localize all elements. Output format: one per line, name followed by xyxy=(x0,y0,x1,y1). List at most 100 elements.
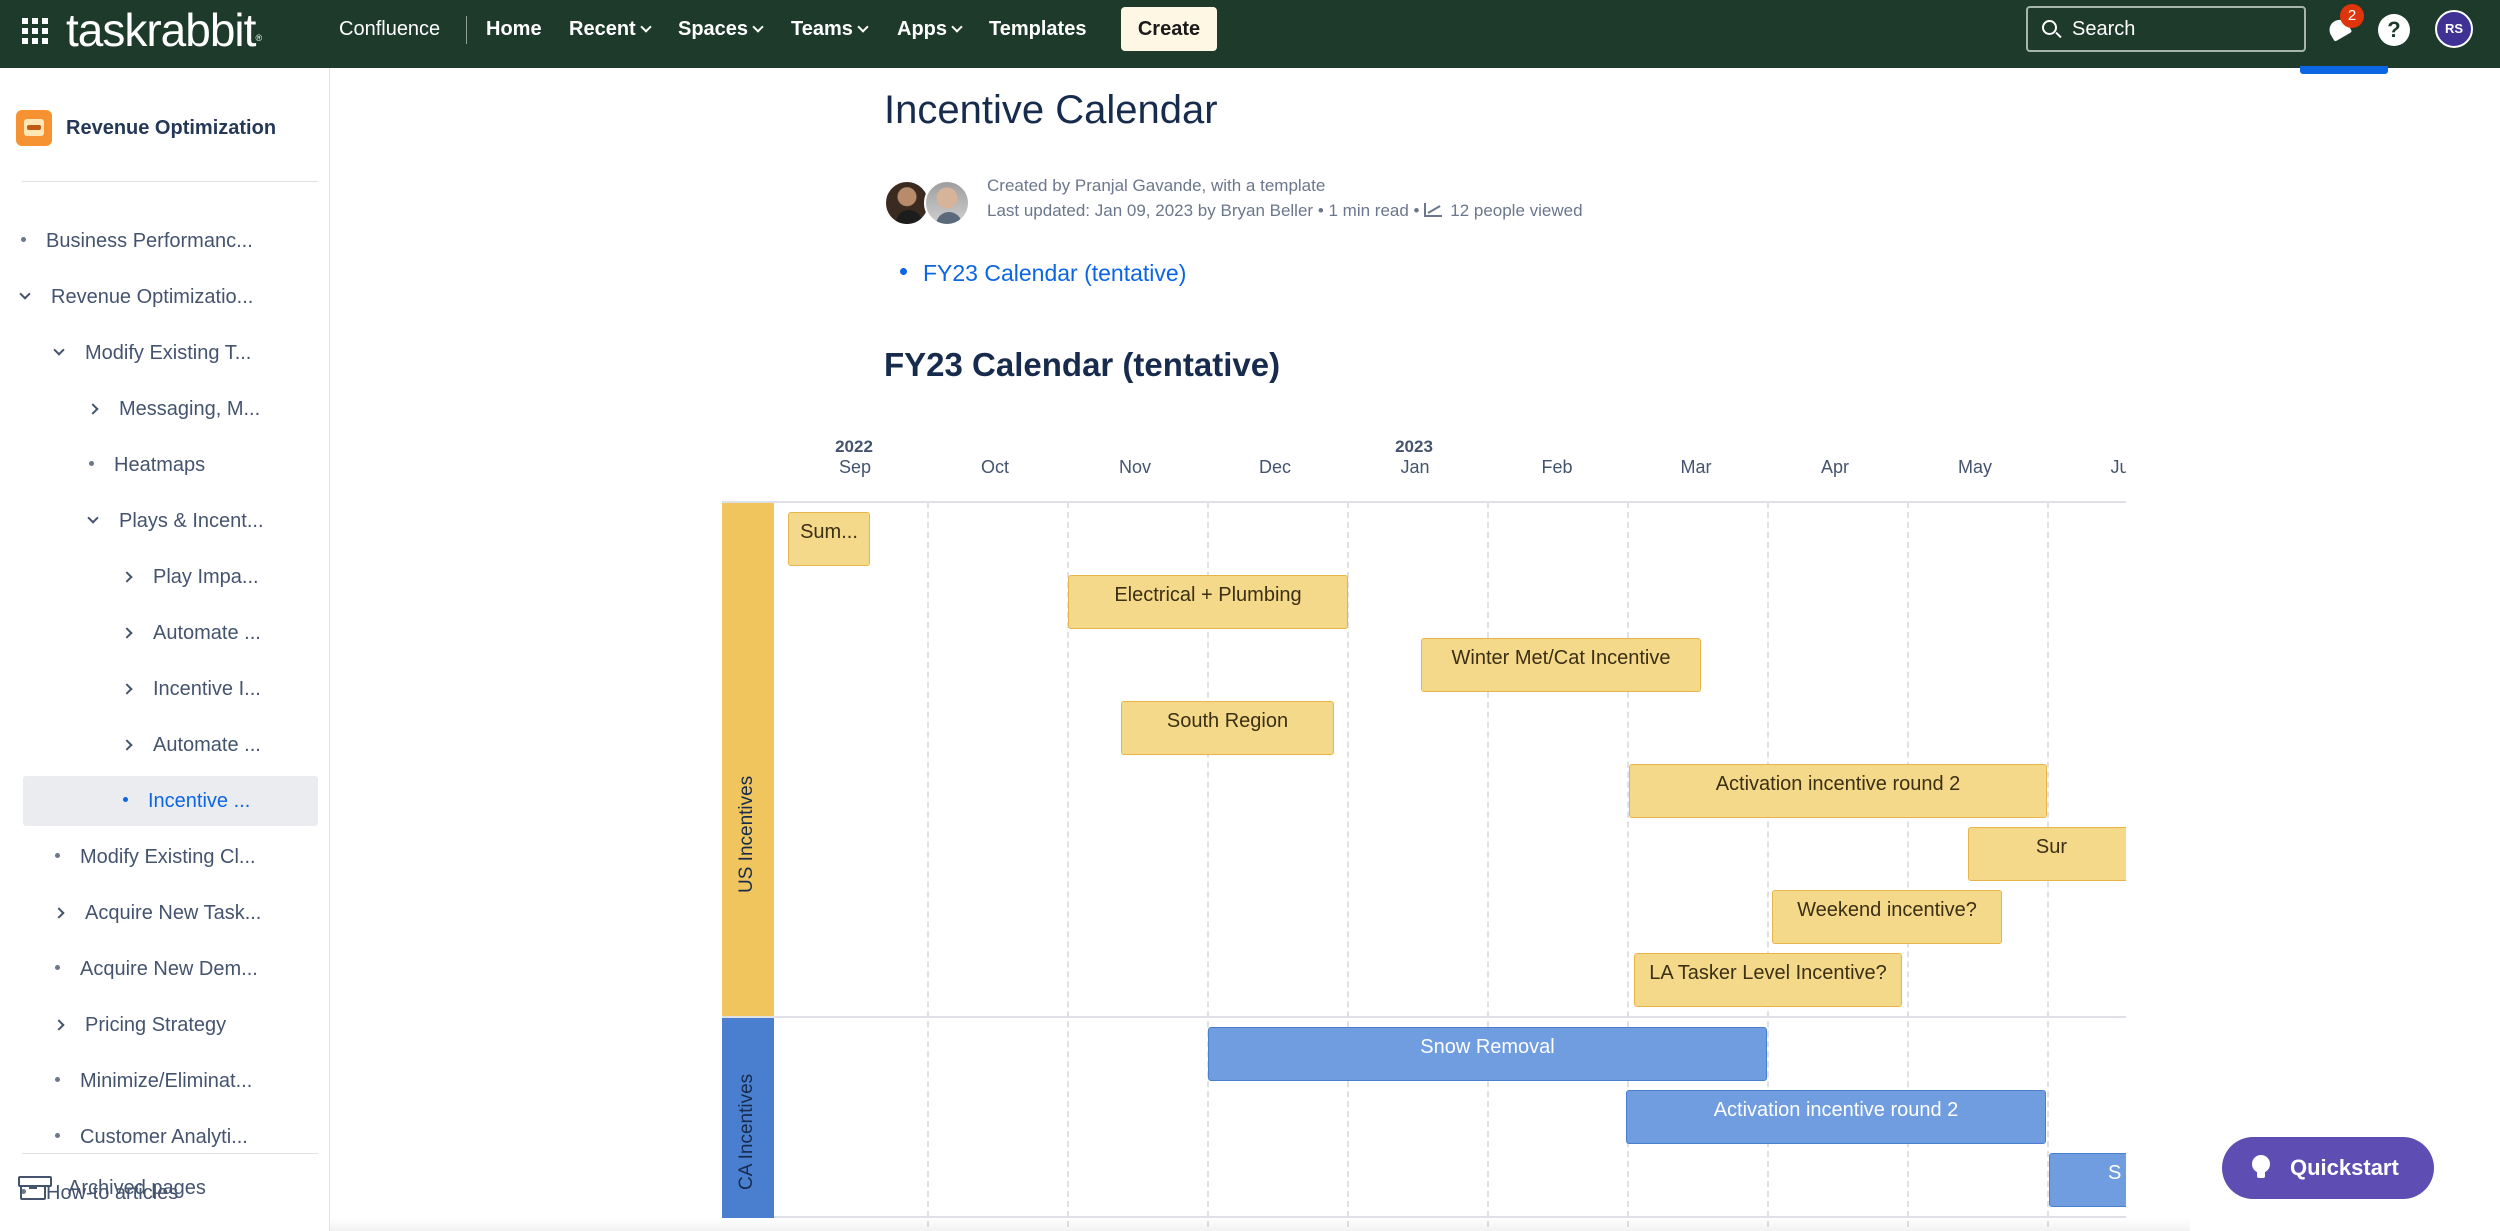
nav-recent[interactable]: Recent xyxy=(569,0,652,58)
chevron-down-icon xyxy=(752,21,764,33)
nav-home[interactable]: Home xyxy=(486,0,542,58)
sidebar-item-label: Messaging, M... xyxy=(119,398,261,420)
page-title: Incentive Calendar xyxy=(884,88,1218,132)
chevron-right-icon[interactable] xyxy=(53,1019,65,1031)
user-avatar[interactable]: RS xyxy=(2435,10,2473,48)
sidebar-item-label: Acquire New Dem... xyxy=(80,958,258,980)
toc-link[interactable]: FY23 Calendar (tentative) xyxy=(923,260,1186,286)
table-of-contents: FY23 Calendar (tentative) xyxy=(900,260,1186,287)
search-input[interactable]: Search xyxy=(2026,6,2306,52)
sidebar-tree-item[interactable]: Revenue Optimizatio... xyxy=(19,272,254,322)
calendar-event[interactable]: Snow Removal xyxy=(1208,1027,1767,1081)
calendar-event[interactable]: Activation incentive round 2 xyxy=(1629,764,2047,818)
sidebar-item-label: Acquire New Task... xyxy=(85,902,262,924)
sidebar-tree-item[interactable]: Plays & Incent... xyxy=(87,496,264,546)
bullet-icon xyxy=(55,965,60,971)
calendar-event[interactable]: Sur xyxy=(1968,827,2126,881)
chevron-right-icon[interactable] xyxy=(121,739,133,751)
author-link[interactable]: Pranjal Gavande xyxy=(1075,176,1202,195)
sidebar-tree-item[interactable]: Minimize/Eliminat... xyxy=(55,1056,252,1106)
sidebar-tree-item[interactable]: Play Impa... xyxy=(121,552,259,602)
month-label: Oct xyxy=(980,457,1009,477)
sidebar-tree-item[interactable]: Modify Existing Cl... xyxy=(55,832,256,882)
chevron-down-icon xyxy=(857,21,869,33)
ca-incentives-group[interactable]: CA Incentives xyxy=(722,1018,774,1218)
sidebar: Revenue Optimization Business Performanc… xyxy=(0,68,330,1231)
sidebar-tree-item[interactable]: Acquire New Dem... xyxy=(55,944,258,994)
sidebar-tree-item[interactable]: Messaging, M... xyxy=(87,384,261,434)
chevron-down-icon[interactable] xyxy=(53,344,65,356)
sidebar-tree-item[interactable]: Heatmaps xyxy=(89,440,205,490)
calendar-event[interactable]: South Region xyxy=(1121,701,1334,755)
calendar-event[interactable]: Winter Met/Cat Incentive xyxy=(1421,638,1701,692)
sidebar-divider xyxy=(22,181,318,182)
sidebar-item-label: Automate ... xyxy=(153,622,261,644)
calendar-event[interactable]: Activation incentive round 2 xyxy=(1626,1090,2046,1144)
updated-date[interactable]: Jan 09, 2023 xyxy=(1095,201,1193,220)
group-label: US Incentives xyxy=(736,775,757,893)
nav-divider xyxy=(466,16,467,44)
month-label: Dec xyxy=(1258,457,1291,477)
scroll-shadow xyxy=(330,1218,2190,1231)
sidebar-item-label: Modify Existing Cl... xyxy=(80,846,256,868)
sidebar-tree-item[interactable]: Automate ... xyxy=(121,720,261,770)
read-time: 1 min read xyxy=(1328,201,1409,220)
us-incentives-group[interactable]: US Incentives xyxy=(722,503,774,1016)
analytics-icon xyxy=(1424,202,1443,217)
bullet-icon xyxy=(55,1133,60,1139)
nav-apps[interactable]: Apps xyxy=(897,0,963,58)
sidebar-tree-item[interactable]: Business Performanc... xyxy=(21,216,253,266)
chevron-right-icon[interactable] xyxy=(87,403,99,415)
editor-link[interactable]: Bryan Beller xyxy=(1220,201,1313,220)
sidebar-tree-item[interactable]: Acquire New Task... xyxy=(53,888,262,938)
month-gridline xyxy=(1487,502,1489,1231)
sidebar-item-label: Minimize/Eliminat... xyxy=(80,1070,253,1092)
view-count[interactable]: 12 people viewed xyxy=(1450,201,1582,220)
create-button[interactable]: Create xyxy=(1121,7,1217,51)
sidebar-item-label: Play Impa... xyxy=(153,566,259,588)
calendar-event[interactable]: Sum... xyxy=(788,512,870,566)
bullet-icon xyxy=(55,853,60,859)
chevron-right-icon[interactable] xyxy=(121,683,133,695)
taskrabbit-logo[interactable]: taskrabbit® xyxy=(66,2,262,58)
calendar-event[interactable]: LA Tasker Level Incentive? xyxy=(1634,953,1902,1007)
contributor-avatar[interactable] xyxy=(924,180,970,226)
sidebar-tree-item[interactable]: Automate ... xyxy=(121,608,261,658)
chevron-right-icon[interactable] xyxy=(121,571,133,583)
sidebar-tree-item[interactable]: Customer Analyti... xyxy=(55,1112,248,1162)
archived-pages-link[interactable]: Archived pages xyxy=(18,1176,206,1200)
sidebar-item-label: Plays & Incent... xyxy=(119,510,264,532)
month-label: May xyxy=(1957,457,1992,477)
year-label: 2022 xyxy=(835,437,873,456)
chevron-down-icon[interactable] xyxy=(87,512,99,524)
sidebar-tree-item[interactable]: Incentive I... xyxy=(121,664,261,714)
chevron-down-icon[interactable] xyxy=(19,288,31,300)
section-heading: FY23 Calendar (tentative) xyxy=(884,346,1281,383)
incentive-calendar: 2022 2023 Sep Oct Nov Dec Jan Feb Mar Ap… xyxy=(722,430,2126,1231)
chevron-right-icon[interactable] xyxy=(53,907,65,919)
app-switcher-icon[interactable] xyxy=(22,18,48,44)
sidebar-tree-item[interactable]: Modify Existing T... xyxy=(53,328,251,378)
lightbulb-icon xyxy=(2252,1155,2270,1178)
space-header[interactable]: Revenue Optimization xyxy=(16,110,276,146)
help-icon[interactable]: ? xyxy=(2378,14,2410,46)
nav-templates[interactable]: Templates xyxy=(989,0,1086,58)
calendar-event[interactable]: Weekend incentive? xyxy=(1772,890,2002,944)
sidebar-tree-item[interactable]: Incentive ... xyxy=(23,776,318,826)
search-icon xyxy=(2042,20,2057,35)
last-updated-line: Last updated: Jan 09, 2023 by Bryan Bell… xyxy=(987,201,1583,220)
sidebar-tree-item[interactable]: Pricing Strategy xyxy=(53,1000,226,1050)
confluence-link[interactable]: Confluence xyxy=(339,0,440,58)
chevron-right-icon[interactable] xyxy=(121,627,133,639)
top-navigation: taskrabbit® Confluence Home Recent Space… xyxy=(0,0,2500,68)
nav-spaces[interactable]: Spaces xyxy=(678,0,764,58)
bullet-icon xyxy=(123,797,128,803)
nav-teams[interactable]: Teams xyxy=(791,0,869,58)
calendar-event[interactable]: Electrical + Plumbing xyxy=(1068,575,1348,629)
group-label: CA Incentives xyxy=(736,1073,757,1190)
calendar-event[interactable]: S xyxy=(2049,1153,2126,1207)
sidebar-item-label: Revenue Optimizatio... xyxy=(51,286,254,308)
publish-button-edge[interactable] xyxy=(2300,66,2388,74)
year-label: 2023 xyxy=(1395,437,1433,456)
quickstart-button[interactable]: Quickstart xyxy=(2222,1137,2434,1199)
